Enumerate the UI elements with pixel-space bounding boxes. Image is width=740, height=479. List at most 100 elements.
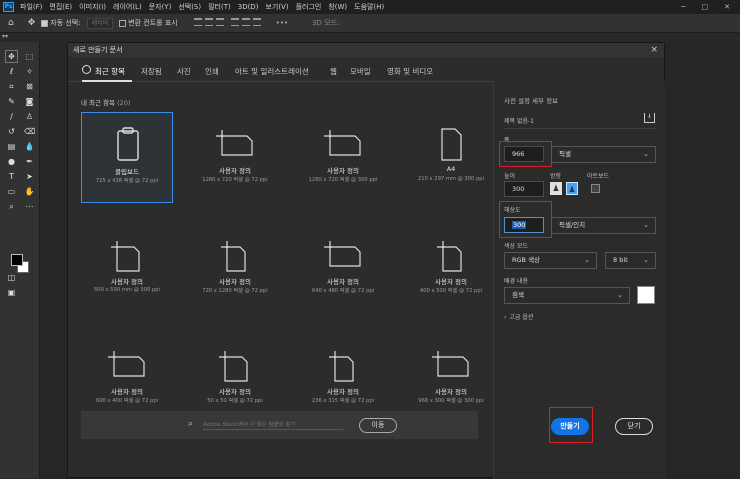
tab-recent[interactable]: 최근 항목 bbox=[95, 66, 125, 77]
blur-tool-icon[interactable]: 💧 bbox=[24, 141, 35, 152]
options-bar: ⌂ ✥ 자동 선택: 레이어 변환 컨트롤 표시 ••• 3D 모드: bbox=[0, 14, 740, 33]
color-mode-select[interactable]: RGB 색상 ⌄ bbox=[504, 252, 597, 269]
history-brush-icon[interactable]: ↺ bbox=[6, 126, 17, 137]
bit-depth-select[interactable]: 8 bit ⌄ bbox=[605, 252, 656, 269]
background-label: 배경 내용 bbox=[504, 278, 528, 285]
preset-card[interactable]: 사용자 정의 500 x 500 mm @ 300 ppi bbox=[81, 223, 173, 314]
background-color-swatch[interactable] bbox=[637, 286, 655, 304]
brush-tool-icon[interactable]: ∕ bbox=[6, 111, 17, 122]
healing-tool-icon[interactable]: ◙ bbox=[24, 96, 35, 107]
crop-tool-icon[interactable]: ⌗ bbox=[6, 81, 17, 92]
stock-search-input[interactable] bbox=[203, 420, 343, 430]
tab-photo[interactable]: 사진 bbox=[177, 66, 191, 77]
menu-view[interactable]: 보기(V) bbox=[265, 2, 288, 12]
dialog-close-icon[interactable]: × bbox=[650, 43, 658, 57]
menu-bar: Ps 파일(F) 편집(E) 이미지(I) 레이어(L) 문자(Y) 선택(S)… bbox=[0, 0, 740, 14]
frame-tool-icon[interactable]: ⊠ bbox=[24, 81, 35, 92]
highlight-resolution bbox=[499, 201, 552, 238]
custom-portrait-icon bbox=[405, 237, 497, 273]
width-unit-value: 픽셀 bbox=[559, 150, 571, 158]
gradient-tool-icon[interactable]: ▤ bbox=[6, 141, 17, 152]
eraser-tool-icon[interactable]: ⌫ bbox=[24, 126, 35, 137]
screen-mode-icon[interactable]: ▣ bbox=[6, 287, 17, 298]
menu-plugins[interactable]: 플러그인 bbox=[296, 2, 322, 12]
preset-card[interactable]: 클립보드 725 x 438 픽셀 @ 72 ppi bbox=[81, 112, 173, 203]
preset-name: 사용자 정의 bbox=[327, 388, 359, 396]
layer-dropdown[interactable]: 레이어 bbox=[86, 17, 114, 29]
preset-card[interactable]: A4 210 x 297 mm @ 300 ppi bbox=[405, 112, 497, 203]
minimize-icon[interactable]: ─ bbox=[681, 3, 685, 11]
preset-card[interactable]: 사용자 정의 1280 x 720 픽셀 @ 300 ppi bbox=[297, 112, 389, 203]
menu-window[interactable]: 창(W) bbox=[328, 2, 347, 12]
hand-tool-icon[interactable]: ✋ bbox=[24, 186, 35, 197]
menu-select[interactable]: 선택(S) bbox=[178, 2, 201, 12]
artboard-checkbox[interactable] bbox=[591, 184, 600, 193]
dodge-tool-icon[interactable]: ● bbox=[6, 156, 17, 167]
width-unit-select[interactable]: 픽셀 ⌄ bbox=[551, 146, 656, 163]
move-tool-icon[interactable]: ✥ bbox=[5, 50, 18, 63]
preset-name: 사용자 정의 bbox=[219, 278, 251, 286]
align-icons[interactable] bbox=[193, 18, 264, 28]
zoom-tool-icon[interactable]: ⌕ bbox=[6, 201, 17, 212]
landscape-orientation-button[interactable]: ♟ bbox=[566, 182, 578, 195]
preset-card[interactable]: 사용자 정의 640 x 480 픽셀 @ 72 ppi bbox=[297, 223, 389, 314]
resolution-unit-value: 픽셀/인치 bbox=[559, 221, 586, 229]
close-button[interactable]: 닫기 bbox=[615, 418, 653, 435]
menu-layer[interactable]: 레이어(L) bbox=[113, 2, 142, 12]
menu-file[interactable]: 파일(F) bbox=[20, 2, 42, 12]
chevron-down-icon: ⌄ bbox=[643, 256, 649, 264]
lasso-tool-icon[interactable]: ℓ bbox=[6, 66, 17, 77]
auto-select-checkbox[interactable]: 자동 선택: bbox=[41, 18, 81, 28]
foreground-color-swatch[interactable] bbox=[11, 254, 23, 266]
preset-name: 사용자 정의 bbox=[111, 278, 143, 286]
tab-art-illustration[interactable]: 아트 및 일러스트레이션 bbox=[235, 66, 309, 77]
save-preset-icon[interactable]: ⭳ bbox=[644, 113, 655, 123]
type-tool-icon[interactable]: T bbox=[6, 171, 17, 182]
background-select[interactable]: 흰색 ⌄ bbox=[504, 287, 630, 304]
portrait-orientation-button[interactable]: ♟ bbox=[550, 182, 562, 195]
menu-type[interactable]: 문자(Y) bbox=[149, 2, 172, 12]
preset-card[interactable]: 사용자 정의 400 x 500 픽셀 @ 72 ppi bbox=[405, 223, 497, 314]
preset-size: 1280 x 720 픽셀 @ 300 ppi bbox=[308, 177, 378, 183]
window-close-icon[interactable]: ✕ bbox=[724, 3, 730, 11]
menu-help[interactable]: 도움말(H) bbox=[354, 2, 384, 12]
advanced-options-toggle[interactable]: › 고급 옵션 bbox=[504, 312, 533, 321]
stamp-tool-icon[interactable]: ♙ bbox=[24, 111, 35, 122]
magic-wand-tool-icon[interactable]: ✧ bbox=[24, 66, 35, 77]
maximize-icon[interactable]: □ bbox=[702, 3, 709, 11]
resolution-unit-select[interactable]: 픽셀/인치 ⌄ bbox=[551, 217, 656, 234]
marquee-tool-icon[interactable]: ⬚ bbox=[24, 51, 35, 62]
more-tools-icon[interactable]: ⋯ bbox=[24, 201, 35, 212]
document-name[interactable]: 제목 없음-1 bbox=[504, 116, 534, 125]
preset-size: 500 x 500 mm @ 300 ppi bbox=[94, 287, 160, 293]
tab-print[interactable]: 인쇄 bbox=[205, 66, 219, 77]
preset-name: 사용자 정의 bbox=[327, 167, 359, 175]
create-button[interactable]: 만들기 bbox=[551, 418, 589, 435]
height-input[interactable]: 300 bbox=[504, 181, 544, 197]
menu-filter[interactable]: 필터(T) bbox=[208, 2, 231, 12]
height-label: 높이 bbox=[504, 173, 516, 180]
tab-film-video[interactable]: 영화 및 비디오 bbox=[387, 66, 433, 77]
pen-tool-icon[interactable]: ✒ bbox=[24, 156, 35, 167]
chevron-down-icon: ⌄ bbox=[617, 291, 623, 299]
color-mode-label: 색상 모드 bbox=[504, 243, 528, 250]
eyedropper-tool-icon[interactable]: ✎ bbox=[6, 96, 17, 107]
home-icon[interactable]: ⌂ bbox=[8, 18, 14, 28]
menu-3d[interactable]: 3D(D) bbox=[238, 3, 259, 11]
go-button[interactable]: 이동 bbox=[359, 418, 397, 433]
auto-select-label: 자동 선택: bbox=[50, 19, 81, 27]
path-select-icon[interactable]: ➤ bbox=[24, 171, 35, 182]
shape-tool-icon[interactable]: ▭ bbox=[6, 186, 17, 197]
tab-mobile[interactable]: 모바일 bbox=[350, 66, 371, 77]
more-icon[interactable]: ••• bbox=[276, 19, 288, 27]
move-tool-icon[interactable]: ✥ bbox=[28, 18, 36, 28]
transform-controls-checkbox[interactable]: 변환 컨트롤 표시 bbox=[119, 18, 178, 28]
quick-mask-icon[interactable]: ◫ bbox=[6, 272, 17, 283]
tab-web[interactable]: 웹 bbox=[330, 66, 337, 77]
tab-saved[interactable]: 저장됨 bbox=[141, 66, 162, 77]
custom-landscape-icon bbox=[81, 347, 173, 383]
preset-card[interactable]: 사용자 정의 720 x 1280 픽셀 @ 72 ppi bbox=[189, 223, 281, 314]
preset-card[interactable]: 사용자 정의 1280 x 720 픽셀 @ 72 ppi bbox=[189, 112, 281, 203]
menu-edit[interactable]: 편집(E) bbox=[49, 2, 72, 12]
menu-image[interactable]: 이미지(I) bbox=[79, 2, 106, 12]
